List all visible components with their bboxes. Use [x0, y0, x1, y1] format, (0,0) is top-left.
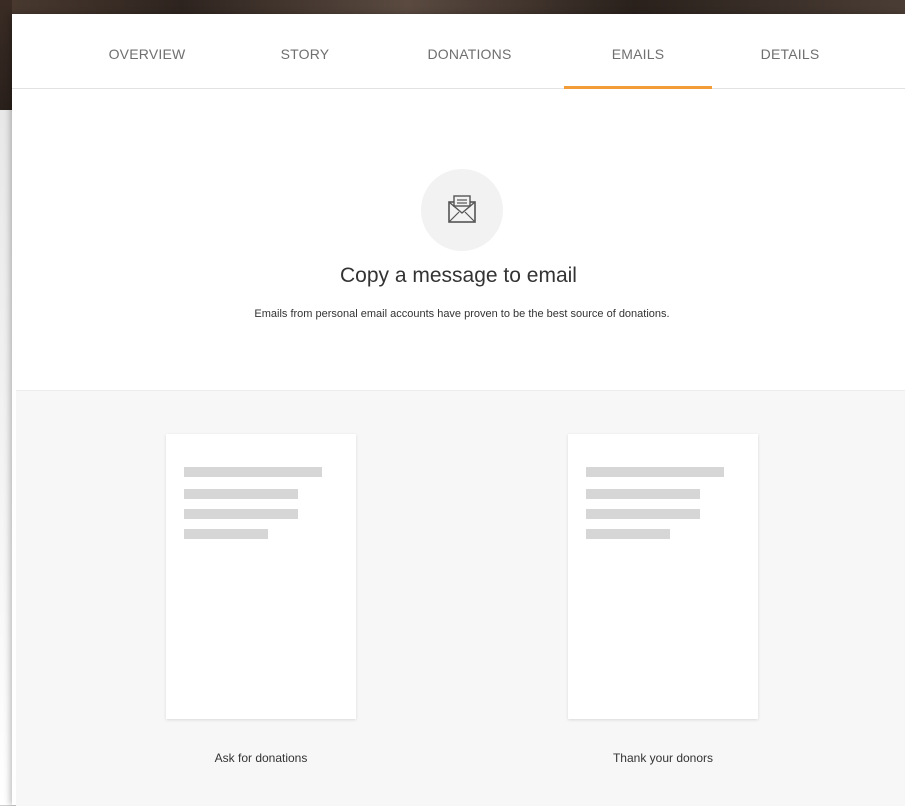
- page-subtitle: Emails from personal email accounts have…: [254, 308, 670, 320]
- template-label-ask[interactable]: Ask for donations: [166, 751, 356, 765]
- envelope-icon: [421, 169, 503, 251]
- tab-emails[interactable]: EMAILS: [564, 14, 712, 89]
- placeholder-line: [184, 529, 268, 539]
- placeholder-line: [586, 467, 724, 477]
- emails-panel: OVERVIEW STORY DONATIONS EMAILS DETAILS …: [12, 14, 905, 806]
- tab-overview[interactable]: OVERVIEW: [82, 14, 212, 88]
- placeholder-line: [586, 509, 700, 519]
- template-label-thank[interactable]: Thank your donors: [568, 751, 758, 765]
- background-edge: [0, 0, 12, 805]
- placeholder-line: [586, 529, 670, 539]
- tab-story[interactable]: STORY: [250, 14, 360, 88]
- placeholder-line: [586, 489, 700, 499]
- tab-details[interactable]: DETAILS: [730, 14, 850, 88]
- placeholder-line: [184, 467, 322, 477]
- tab-donations[interactable]: DONATIONS: [407, 14, 532, 88]
- placeholder-line: [184, 489, 298, 499]
- template-card-thank[interactable]: [568, 434, 758, 719]
- placeholder-line: [184, 509, 298, 519]
- email-intro: Copy a message to email Emails from pers…: [12, 89, 905, 391]
- page-title: Copy a message to email: [340, 264, 577, 287]
- tab-bar: OVERVIEW STORY DONATIONS EMAILS DETAILS: [12, 14, 905, 89]
- template-card-ask[interactable]: [166, 434, 356, 719]
- template-gallery: Ask for donations Thank your donors: [16, 390, 905, 806]
